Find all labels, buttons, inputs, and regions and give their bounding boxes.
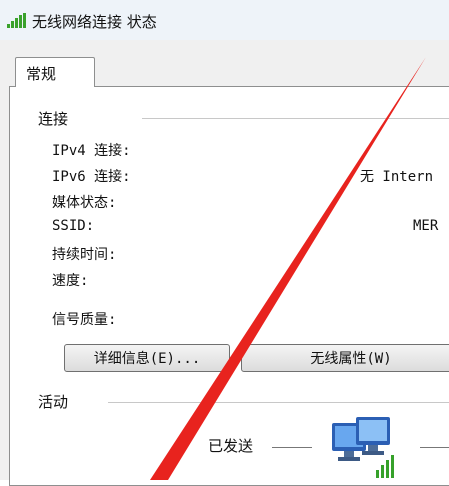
window-title: 无线网络连接 状态 — [32, 13, 157, 31]
speed-label: 速度: — [52, 273, 89, 289]
ipv6-value: 无 Intern — [360, 169, 434, 185]
sent-dash — [272, 447, 312, 448]
network-computers-icon — [332, 417, 394, 478]
title-bar: 无线网络连接 状态 — [0, 0, 449, 40]
sent-label: 已发送 — [208, 437, 254, 455]
details-button-label: 详细信息(E)... — [93, 351, 201, 367]
ssid-label: SSID: — [52, 218, 95, 234]
connection-section-label: 连接 — [38, 108, 69, 129]
wireless-properties-button-label: 无线属性(W) — [310, 351, 392, 367]
wireless-properties-button[interactable]: 无线属性(W) — [241, 344, 449, 372]
signal-bars-icon — [7, 13, 26, 28]
duration-label: 持续时间: — [52, 247, 117, 263]
ipv4-label: IPv4 连接: — [52, 143, 131, 159]
ipv6-label: IPv6 连接: — [52, 169, 131, 185]
details-button[interactable]: 详细信息(E)... — [64, 344, 230, 372]
received-dash — [420, 447, 449, 448]
media-state-label: 媒体状态: — [52, 195, 117, 211]
signal-quality-label: 信号质量: — [52, 312, 117, 328]
activity-section-divider — [108, 402, 449, 403]
tab-general-label: 常规 — [26, 65, 57, 83]
ssid-value: MER — [413, 218, 439, 234]
connection-section-divider — [142, 118, 449, 119]
activity-section-label: 活动 — [38, 391, 69, 412]
tab-general[interactable]: 常规 — [15, 57, 95, 87]
